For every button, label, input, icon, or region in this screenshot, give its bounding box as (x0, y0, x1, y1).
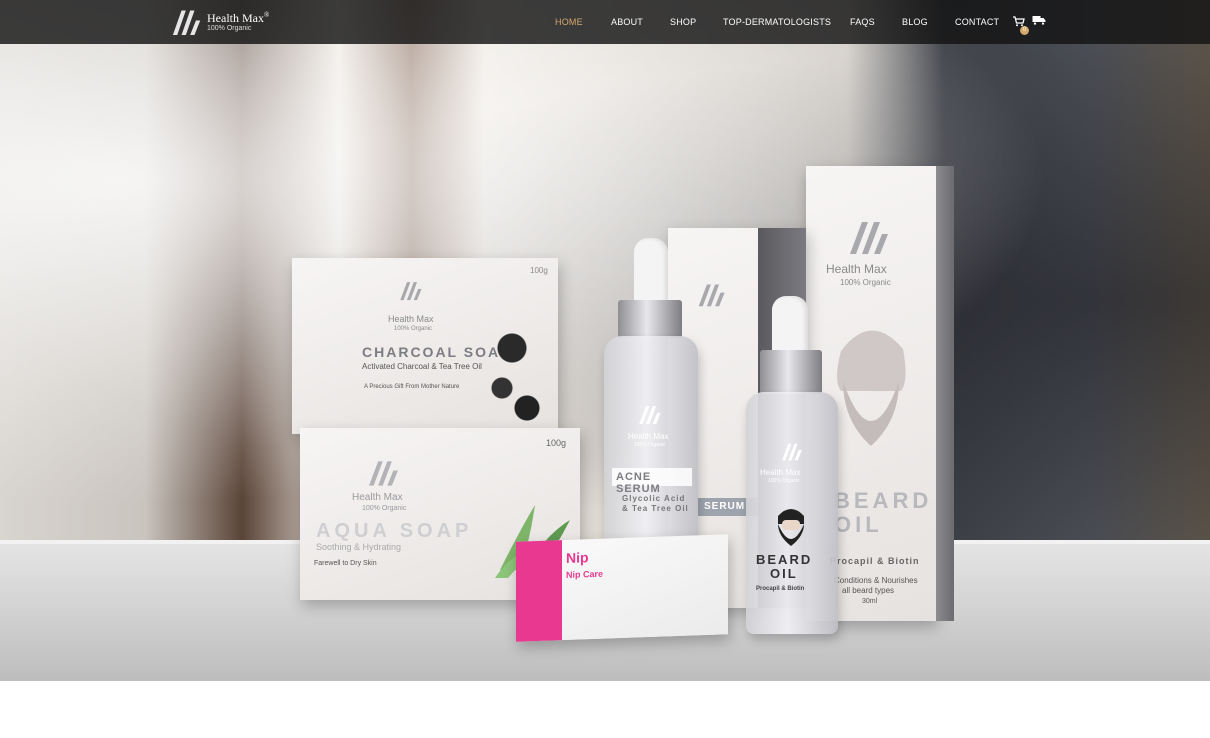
beard-box-title2: OIL (834, 512, 883, 537)
hero-banner: Health Max 100% Organic BEARD OIL Procap… (0, 0, 1210, 681)
brand-logo-icon (850, 222, 888, 254)
beard-bottle-line1: Procapil & Biotin (756, 586, 805, 592)
delivery-truck-icon[interactable] (1032, 15, 1046, 26)
nip-sub: Nip Care (566, 568, 604, 580)
brand-logo-icon (698, 284, 725, 307)
charcoal-tagline: A Precious Gift From Mother Nature (364, 384, 460, 390)
brand-logo-icon (400, 282, 422, 301)
aqua-subtitle: Soothing & Hydrating (316, 542, 402, 552)
beard-bottle-title: BEARD (756, 552, 813, 567)
charcoal-sub: 100% Organic (394, 326, 433, 332)
brand-logo-icon (639, 406, 661, 425)
charcoal-soap-box: 100g Health Max 100% Organic CHARCOAL SO… (292, 258, 558, 434)
top-navbar: Health Max® 100% Organic HOME ABOUT SHOP… (0, 0, 1210, 44)
acne-bottle-title: ACNE SERUM (612, 468, 692, 495)
acne-bottle-line1: Glycolic Acid (622, 494, 686, 503)
nav-item-shop[interactable]: SHOP (670, 17, 696, 27)
beard-oil-dropper (772, 296, 808, 356)
beard-box-sub: 100% Organic (840, 278, 891, 287)
beard-box-volume: 30ml (862, 598, 878, 605)
nav-item-blog[interactable]: BLOG (902, 17, 928, 27)
acne-serum-bottle: Health Max 100% Organic ACNE SERUM Glyco… (604, 336, 698, 548)
beard-box-line2: Conditions & Nourishes (834, 576, 918, 585)
nip-pink-stripe (516, 540, 562, 642)
acne-serum-cap (618, 300, 682, 338)
nip-title: Nip (566, 549, 589, 566)
acne-bottle-sub: 100% Organic (634, 442, 666, 448)
cart-count-badge: 0 (1020, 26, 1029, 35)
aqua-brand: Health Max (352, 492, 403, 503)
acne-serum-dropper (634, 238, 668, 306)
aqua-tagline: Farewell to Dry Skin (314, 560, 377, 567)
beard-box-line1: Procapil & Biotin (830, 556, 920, 566)
charcoal-brand: Health Max (388, 314, 434, 324)
charcoal-weight: 100g (530, 266, 548, 275)
beard-bottle-sub: 100% Organic (768, 478, 800, 484)
bearded-face-icon (778, 509, 804, 546)
beard-box-line3: all beard types (842, 586, 895, 595)
aqua-title: AQUA SOAP (316, 520, 473, 542)
aqua-sub: 100% Organic (362, 505, 407, 512)
acne-bottle-line2: & Tea Tree Oil (622, 504, 689, 513)
brand-logo-icon (369, 461, 398, 486)
charcoal-pieces-image (482, 328, 550, 428)
nav-item-faqs[interactable]: FAQS (850, 17, 875, 27)
nav-item-home[interactable]: HOME (555, 17, 583, 27)
nav-item-top-dermatologists[interactable]: TOP-DERMATOLOGISTS (723, 17, 831, 27)
charcoal-subtitle: Activated Charcoal & Tea Tree Oil (362, 362, 482, 371)
brand-logo-icon (782, 443, 802, 461)
brand-logo-icon (172, 10, 201, 35)
beard-bottle-title2: OIL (770, 566, 798, 581)
beard-box-brand: Health Max (826, 262, 887, 276)
acne-bottle-brand: Health Max (628, 432, 669, 441)
brand-logo[interactable]: Health Max® 100% Organic (170, 6, 280, 38)
aqua-weight: 100g (546, 438, 567, 448)
brand-name: Health Max® (207, 11, 270, 25)
beard-bottle-brand: Health Max (760, 468, 801, 477)
nav-item-contact[interactable]: CONTACT (955, 17, 999, 27)
nip-care-box: Nip Nip Care (516, 534, 728, 642)
beard-oil-bottle: Health Max 100% Organic BEARD OIL Procap… (746, 392, 838, 634)
nav-item-about[interactable]: ABOUT (611, 17, 643, 27)
beard-oil-cap (760, 350, 822, 394)
brand-tagline: 100% Organic (207, 25, 252, 32)
beard-box-title: BEARD (834, 488, 933, 513)
